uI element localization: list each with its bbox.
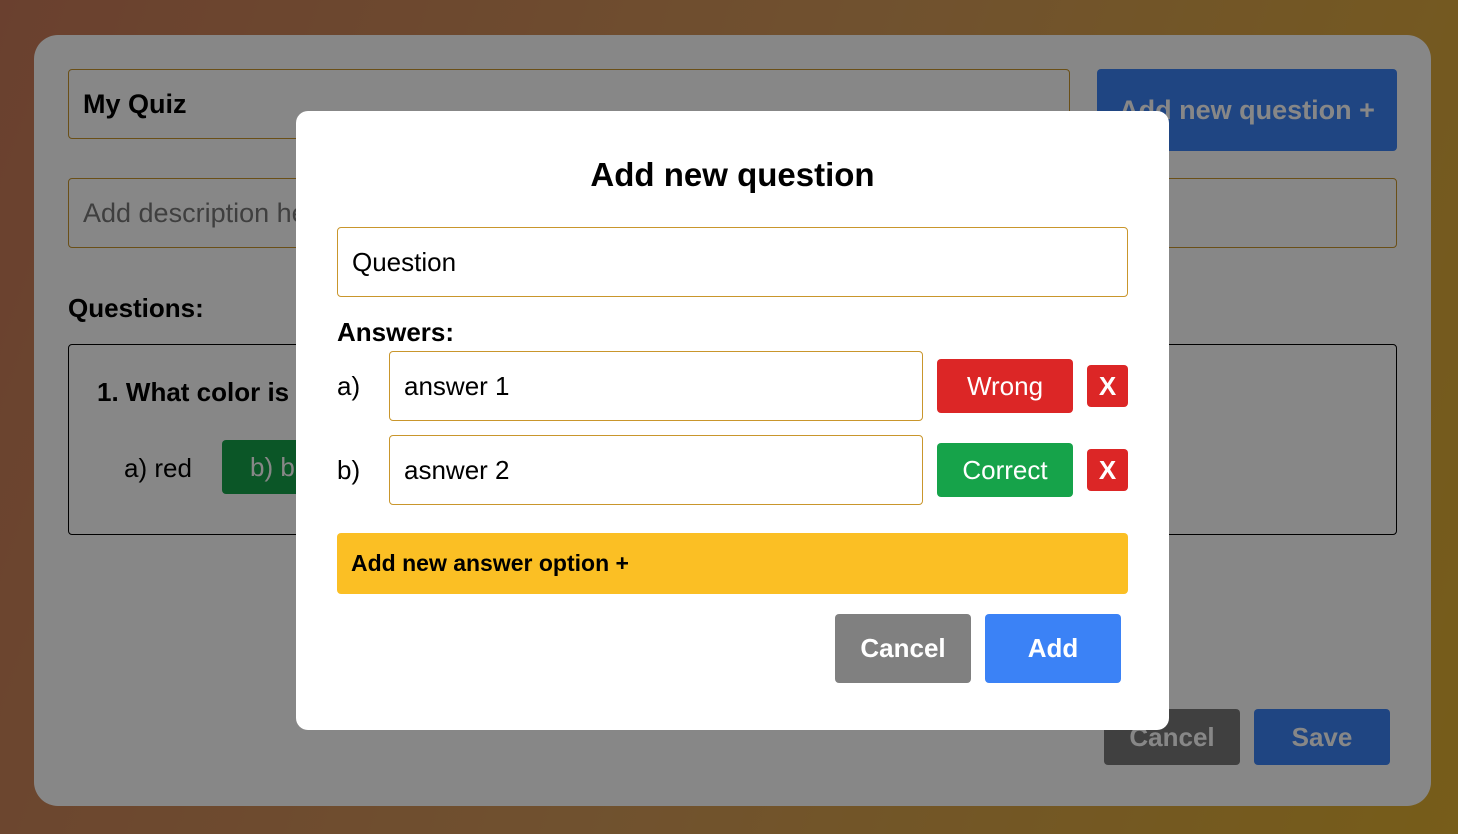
answers-heading: Answers: [337,317,455,347]
answer-letter-b: b) [337,455,361,485]
modal-add-button[interactable]: Add [985,614,1121,683]
answer-b-status-toggle[interactable]: Correct [937,443,1073,497]
answer-letter-a: a) [337,371,361,401]
answer-input-b[interactable] [389,435,923,505]
answer-a-status-toggle[interactable]: Wrong [937,359,1073,413]
answer-a-delete-button[interactable]: X [1087,365,1128,407]
question-input[interactable] [337,227,1128,297]
answer-input-a[interactable] [389,351,923,421]
answer-b-delete-button[interactable]: X [1087,449,1128,491]
modal-title: Add new question [590,156,875,193]
modal-cancel-button[interactable]: Cancel [835,614,971,683]
add-question-modal: Add new question Answers: a) Wrong X b) … [296,111,1169,730]
add-answer-option-button[interactable]: Add new answer option + [337,533,1128,594]
